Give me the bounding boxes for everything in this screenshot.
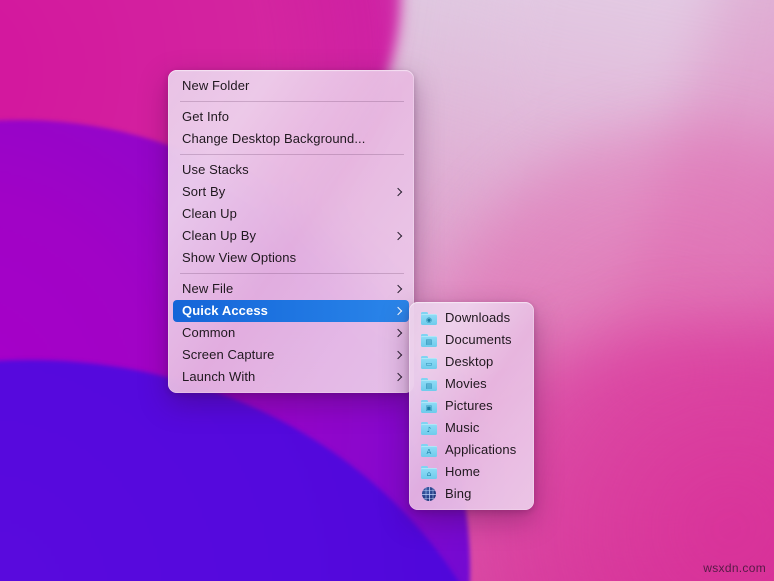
folder-shape: A xyxy=(421,444,437,457)
chevron-right-icon xyxy=(394,371,404,383)
folder-applications-icon: A xyxy=(421,443,437,457)
quick-access-submenu[interactable]: ◉ Downloads ▤ Documents ▭ Desktop ▤ Movies ▣ Pict… xyxy=(409,302,534,510)
menu-item-label: Quick Access xyxy=(182,300,386,322)
submenu-item-home[interactable]: ⌂ Home xyxy=(409,461,534,483)
menu-item-get-info[interactable]: Get Info xyxy=(168,106,414,128)
folder-glyph: ▭ xyxy=(424,361,434,368)
menu-item-label: Clean Up By xyxy=(182,225,386,247)
menu-item-label: Sort By xyxy=(182,181,386,203)
folder-documents-icon: ▤ xyxy=(421,333,437,347)
folder-glyph: ◉ xyxy=(424,317,434,324)
menu-item-label: Launch With xyxy=(182,366,386,388)
menu-item-label: Use Stacks xyxy=(182,159,404,181)
submenu-item-desktop[interactable]: ▭ Desktop xyxy=(409,351,534,373)
submenu-item-downloads[interactable]: ◉ Downloads xyxy=(409,307,534,329)
desktop[interactable]: New Folder Get InfoChange Desktop Backgro… xyxy=(0,0,774,581)
submenu-item-label: Downloads xyxy=(445,307,524,329)
submenu-item-label: Movies xyxy=(445,373,524,395)
menu-item-show-view-options[interactable]: Show View Options xyxy=(168,247,414,269)
menu-item-clean-up-by[interactable]: Clean Up By xyxy=(168,225,414,247)
folder-glyph: ▤ xyxy=(424,339,434,346)
submenu-item-pictures[interactable]: ▣ Pictures xyxy=(409,395,534,417)
folder-shape: ▭ xyxy=(421,356,437,369)
folder-shape: ⌂ xyxy=(421,466,437,479)
menu-item-clean-up[interactable]: Clean Up xyxy=(168,203,414,225)
folder-movies-icon: ▤ xyxy=(421,377,437,391)
chevron-right-icon xyxy=(394,186,404,198)
folder-music-icon: ♪ xyxy=(421,421,437,435)
menu-item-sort-by[interactable]: Sort By xyxy=(168,181,414,203)
submenu-item-documents[interactable]: ▤ Documents xyxy=(409,329,534,351)
folder-glyph: A xyxy=(424,449,434,456)
menu-item-label: Get Info xyxy=(182,106,404,128)
chevron-right-icon xyxy=(394,230,404,242)
submenu-item-label: Documents xyxy=(445,329,524,351)
menu-item-common[interactable]: Common xyxy=(168,322,414,344)
submenu-item-movies[interactable]: ▤ Movies xyxy=(409,373,534,395)
folder-glyph: ▤ xyxy=(424,383,434,390)
submenu-item-applications[interactable]: A Applications xyxy=(409,439,534,461)
submenu-item-music[interactable]: ♪ Music xyxy=(409,417,534,439)
folder-home-icon: ⌂ xyxy=(421,465,437,479)
folder-shape: ▣ xyxy=(421,400,437,413)
submenu-item-label: Bing xyxy=(445,483,524,505)
submenu-item-label: Home xyxy=(445,461,524,483)
desktop-context-menu[interactable]: New Folder Get InfoChange Desktop Backgro… xyxy=(168,70,414,393)
folder-glyph: ▣ xyxy=(424,405,434,412)
menu-item-new-file[interactable]: New File xyxy=(168,278,414,300)
submenu-item-label: Pictures xyxy=(445,395,524,417)
watermark: wsxdn.com xyxy=(703,561,766,575)
menu-item-label: Clean Up xyxy=(182,203,404,225)
chevron-right-icon xyxy=(394,283,404,295)
menu-item-launch-with[interactable]: Launch With xyxy=(168,366,414,388)
globe-shape xyxy=(422,487,436,501)
menu-item-label: Change Desktop Background... xyxy=(182,128,404,150)
folder-shape: ◉ xyxy=(421,312,437,325)
folder-desktop-icon: ▭ xyxy=(421,355,437,369)
chevron-right-icon xyxy=(394,305,404,317)
menu-item-label: New File xyxy=(182,278,386,300)
folder-shape: ♪ xyxy=(421,422,437,435)
menu-item-label: New Folder xyxy=(182,75,404,97)
chevron-right-icon xyxy=(394,349,404,361)
chevron-right-icon xyxy=(394,327,404,339)
menu-item-screen-capture[interactable]: Screen Capture xyxy=(168,344,414,366)
menu-item-quick-access[interactable]: Quick Access xyxy=(173,300,409,322)
folder-pictures-icon: ▣ xyxy=(421,399,437,413)
submenu-item-label: Music xyxy=(445,417,524,439)
menu-item-label: Screen Capture xyxy=(182,344,386,366)
folder-glyph: ⌂ xyxy=(424,471,434,478)
menu-item-label: Show View Options xyxy=(182,247,404,269)
menu-separator xyxy=(180,101,404,102)
submenu-item-label: Applications xyxy=(445,439,524,461)
folder-glyph: ♪ xyxy=(424,427,434,434)
menu-item-change-desktop-background[interactable]: Change Desktop Background... xyxy=(168,128,414,150)
menu-item-use-stacks[interactable]: Use Stacks xyxy=(168,159,414,181)
submenu-item-bing[interactable]: Bing xyxy=(409,483,534,505)
folder-downloads-icon: ◉ xyxy=(421,311,437,325)
folder-shape: ▤ xyxy=(421,378,437,391)
menu-item-new-folder[interactable]: New Folder xyxy=(168,75,414,97)
submenu-item-label: Desktop xyxy=(445,351,524,373)
menu-item-label: Common xyxy=(182,322,386,344)
folder-shape: ▤ xyxy=(421,334,437,347)
menu-separator xyxy=(180,273,404,274)
globe-bing-icon xyxy=(421,487,437,501)
menu-separator xyxy=(180,154,404,155)
